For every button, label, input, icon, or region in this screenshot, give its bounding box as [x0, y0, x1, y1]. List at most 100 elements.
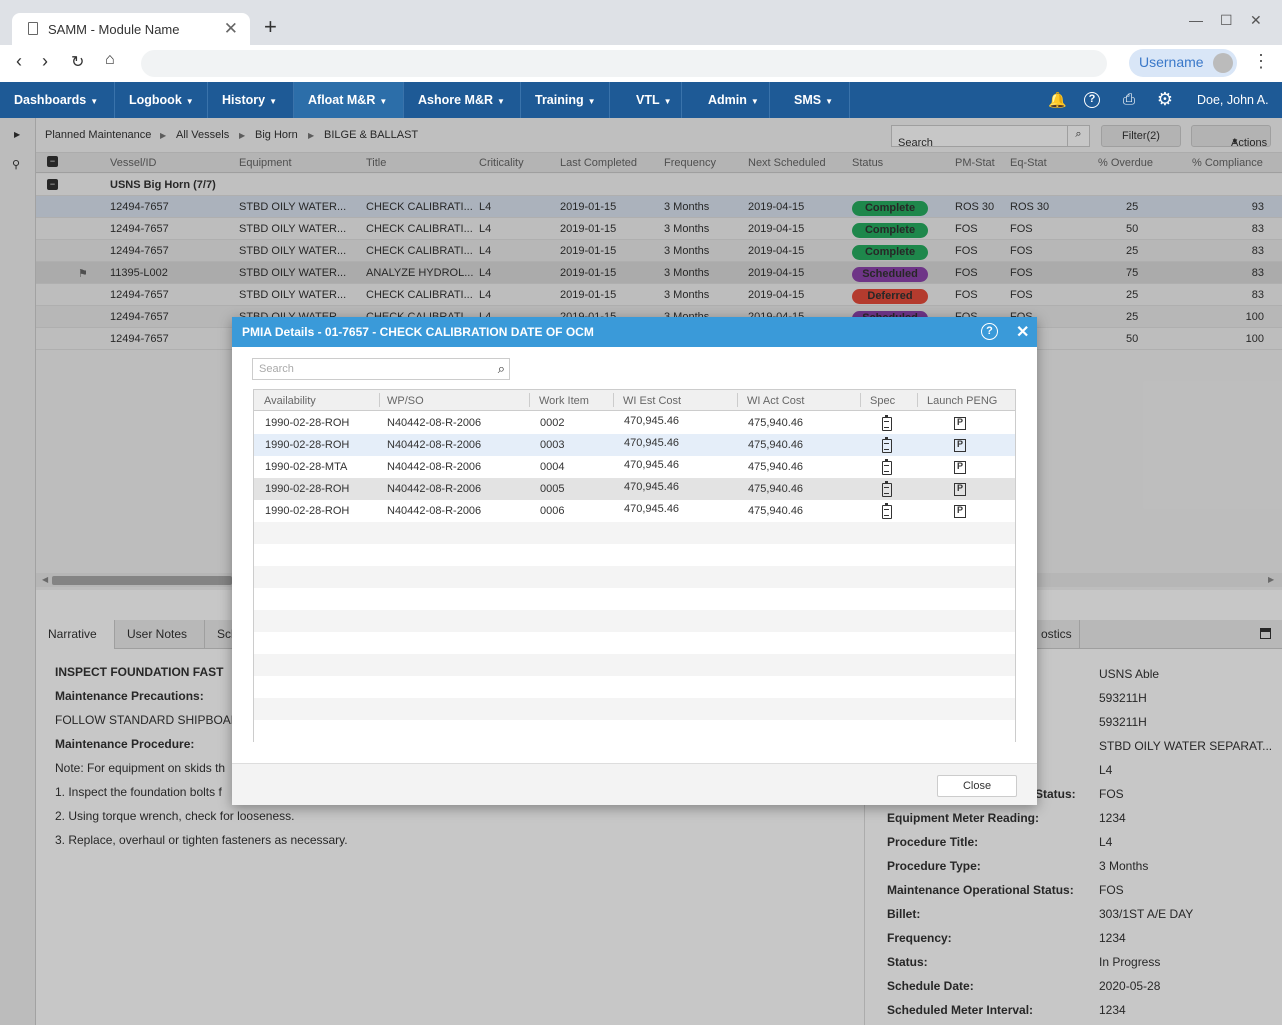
table-row[interactable]: 1990-02-28-ROH N40442-08-R-2006 0006 470,94…	[254, 500, 1015, 522]
nav-label: Dashboards	[14, 93, 87, 107]
cell-act: 475,940.46	[748, 417, 804, 429]
cell-est: 470,945.46	[624, 437, 680, 449]
launch-peng-icon[interactable]	[954, 417, 966, 430]
launch-peng-icon[interactable]	[954, 505, 966, 518]
clipboard-icon[interactable]	[882, 481, 892, 497]
help-icon[interactable]: ?	[1084, 92, 1100, 108]
minimize-icon[interactable]: —	[1189, 12, 1203, 28]
cell-wp: N40442-08-R-2006	[387, 439, 482, 451]
col-spec[interactable]: Spec	[870, 395, 895, 407]
avatar-icon	[1213, 53, 1233, 73]
col-est-cost[interactable]: WI Est Cost	[623, 395, 681, 407]
cell-wi: 0005	[540, 483, 565, 495]
cell-wp: N40442-08-R-2006	[387, 505, 482, 517]
help-icon[interactable]: ?	[981, 323, 998, 340]
col-availability[interactable]: Availability	[264, 395, 316, 407]
new-tab-icon[interactable]: +	[264, 14, 277, 40]
column-divider	[860, 393, 861, 407]
table-row[interactable]: 1990-02-28-MTA N40442-08-R-2006 0004 470,94…	[254, 456, 1015, 478]
bell-icon[interactable]: 🔔	[1048, 91, 1067, 109]
col-launch-peng[interactable]: Launch PENG	[927, 395, 997, 407]
nav-training[interactable]: Training ▼	[521, 82, 610, 118]
close-icon[interactable]: ✕	[1016, 322, 1029, 342]
caret-down-icon: ▼	[90, 97, 99, 106]
nav-ashore[interactable]: Ashore M&R ▼	[404, 82, 521, 118]
nav-afloat[interactable]: Afloat M&R ▼	[294, 82, 404, 118]
close-tab-icon[interactable]: ✕	[224, 19, 238, 39]
caret-down-icon: ▼	[185, 97, 194, 106]
browser-chrome: SAMM - Module Name ✕ + — ☐ ✕ ‹ › ↻ ⌂ Use…	[0, 0, 1282, 82]
dialog-header: PMIA Details - 01-7657 - CHECK CALIBRATI…	[232, 317, 1037, 347]
address-toolbar: ‹ › ↻ ⌂ Username ⋮	[0, 45, 1282, 82]
cell-avail: 1990-02-28-ROH	[265, 417, 350, 429]
nav-sms[interactable]: SMS ▼	[770, 82, 850, 118]
column-divider	[613, 393, 614, 407]
cell-avail: 1990-02-28-ROH	[265, 483, 350, 495]
col-work-item[interactable]: Work Item	[539, 395, 589, 407]
cell-est: 470,945.46	[624, 481, 680, 493]
caret-down-icon: ▼	[379, 97, 388, 106]
table-row[interactable]: 1990-02-28-ROH N40442-08-R-2006 0003 470,94…	[254, 434, 1015, 456]
clipboard-icon[interactable]	[882, 459, 892, 475]
url-bar[interactable]	[141, 50, 1107, 77]
cell-act: 475,940.46	[748, 439, 804, 451]
forward-icon[interactable]: ›	[42, 51, 48, 72]
empty-row	[254, 654, 1015, 676]
clipboard-icon[interactable]	[882, 415, 892, 431]
cell-est: 470,945.46	[624, 459, 680, 471]
cell-est: 470,945.46	[624, 415, 680, 427]
nav-vtl[interactable]: VTL ▼	[610, 82, 682, 118]
empty-row	[254, 676, 1015, 698]
column-divider	[917, 393, 918, 407]
empty-row	[254, 632, 1015, 654]
nav-admin[interactable]: Admin ▼	[682, 82, 770, 118]
print-icon[interactable]: ⎙	[1120, 91, 1138, 109]
username-label: Username	[1139, 54, 1204, 70]
window-close-icon[interactable]: ✕	[1250, 12, 1262, 29]
column-divider	[529, 393, 530, 407]
dialog-footer: Close	[232, 763, 1037, 805]
nav-label: Afloat M&R	[308, 93, 376, 107]
table-row[interactable]: 1990-02-28-ROH N40442-08-R-2006 0002 470,94…	[254, 412, 1015, 434]
close-button[interactable]: Close	[937, 775, 1017, 797]
cell-wp: N40442-08-R-2006	[387, 461, 482, 473]
nav-history[interactable]: History ▼	[208, 82, 294, 118]
browser-tab[interactable]: SAMM - Module Name ✕	[12, 13, 250, 45]
caret-down-icon: ▼	[750, 97, 759, 106]
home-icon[interactable]: ⌂	[105, 51, 115, 69]
modal-backdrop-left	[0, 118, 36, 1025]
dialog-search-input[interactable]: Search ⌕	[252, 358, 510, 380]
dialog-title: PMIA Details - 01-7657 - CHECK CALIBRATI…	[242, 325, 594, 339]
clipboard-icon[interactable]	[882, 437, 892, 453]
table-header: Availability WP/SO Work Item WI Est Cost…	[254, 390, 1015, 411]
col-act-cost[interactable]: WI Act Cost	[747, 395, 804, 407]
document-icon	[28, 22, 38, 35]
search-icon[interactable]: ⌕	[498, 361, 505, 377]
reload-icon[interactable]: ↻	[71, 52, 84, 72]
empty-row	[254, 522, 1015, 544]
launch-peng-icon[interactable]	[954, 461, 966, 474]
nav-dashboards[interactable]: Dashboards ▼	[0, 82, 115, 118]
cell-avail: 1990-02-28-ROH	[265, 505, 350, 517]
cell-avail: 1990-02-28-ROH	[265, 439, 350, 451]
clipboard-icon[interactable]	[882, 503, 892, 519]
maximize-icon[interactable]: ☐	[1220, 12, 1233, 29]
nav-label: VTL	[636, 93, 660, 107]
cell-wp: N40442-08-R-2006	[387, 483, 482, 495]
col-wpso[interactable]: WP/SO	[387, 395, 424, 407]
user-name[interactable]: Doe, John A.	[1197, 93, 1269, 107]
column-divider	[737, 393, 738, 407]
gear-icon[interactable]: ⚙	[1156, 89, 1174, 109]
launch-peng-icon[interactable]	[954, 439, 966, 452]
pmia-details-dialog: PMIA Details - 01-7657 - CHECK CALIBRATI…	[232, 317, 1037, 805]
profile-button[interactable]: Username	[1129, 49, 1237, 77]
cell-act: 475,940.46	[748, 483, 804, 495]
nav-logbook[interactable]: Logbook ▼	[115, 82, 208, 118]
launch-peng-icon[interactable]	[954, 483, 966, 496]
browser-menu-icon[interactable]: ⋮	[1252, 51, 1270, 72]
column-divider	[379, 393, 380, 407]
table-row[interactable]: 1990-02-28-ROH N40442-08-R-2006 0005 470,94…	[254, 478, 1015, 500]
caret-down-icon: ▼	[587, 97, 596, 106]
nav-label: Training	[535, 93, 584, 107]
back-icon[interactable]: ‹	[16, 51, 22, 72]
